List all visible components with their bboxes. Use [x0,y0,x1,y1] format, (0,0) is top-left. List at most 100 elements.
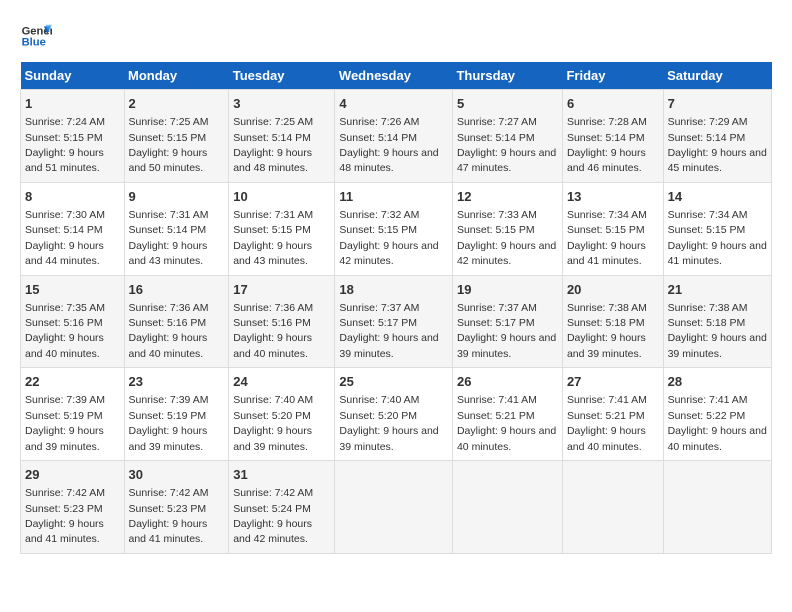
day-number: 25 [339,373,448,391]
day-info: Sunrise: 7:25 AMSunset: 5:14 PMDaylight:… [233,116,313,174]
day-number: 30 [129,466,225,484]
day-cell: 5 Sunrise: 7:27 AMSunset: 5:14 PMDayligh… [452,90,562,183]
day-cell: 30 Sunrise: 7:42 AMSunset: 5:23 PMDaylig… [124,461,229,554]
day-cell: 29 Sunrise: 7:42 AMSunset: 5:23 PMDaylig… [21,461,125,554]
calendar-body: 1 Sunrise: 7:24 AMSunset: 5:15 PMDayligh… [21,90,772,554]
header: General Blue [20,20,772,52]
day-number: 24 [233,373,330,391]
day-number: 8 [25,188,120,206]
day-cell: 10 Sunrise: 7:31 AMSunset: 5:15 PMDaylig… [229,182,335,275]
day-info: Sunrise: 7:29 AMSunset: 5:14 PMDaylight:… [668,116,767,174]
week-row-4: 22 Sunrise: 7:39 AMSunset: 5:19 PMDaylig… [21,368,772,461]
day-number: 1 [25,95,120,113]
day-cell: 28 Sunrise: 7:41 AMSunset: 5:22 PMDaylig… [663,368,771,461]
day-number: 19 [457,281,558,299]
day-info: Sunrise: 7:37 AMSunset: 5:17 PMDaylight:… [339,302,438,360]
day-number: 22 [25,373,120,391]
day-cell: 12 Sunrise: 7:33 AMSunset: 5:15 PMDaylig… [452,182,562,275]
day-cell: 9 Sunrise: 7:31 AMSunset: 5:14 PMDayligh… [124,182,229,275]
day-cell [335,461,453,554]
day-cell: 19 Sunrise: 7:37 AMSunset: 5:17 PMDaylig… [452,275,562,368]
day-cell: 3 Sunrise: 7:25 AMSunset: 5:14 PMDayligh… [229,90,335,183]
day-cell: 26 Sunrise: 7:41 AMSunset: 5:21 PMDaylig… [452,368,562,461]
day-number: 7 [668,95,767,113]
day-info: Sunrise: 7:35 AMSunset: 5:16 PMDaylight:… [25,302,105,360]
day-number: 29 [25,466,120,484]
day-cell: 18 Sunrise: 7:37 AMSunset: 5:17 PMDaylig… [335,275,453,368]
day-info: Sunrise: 7:31 AMSunset: 5:14 PMDaylight:… [129,209,209,267]
day-info: Sunrise: 7:42 AMSunset: 5:23 PMDaylight:… [129,487,209,545]
day-number: 27 [567,373,659,391]
day-number: 13 [567,188,659,206]
day-number: 28 [668,373,767,391]
day-number: 17 [233,281,330,299]
day-number: 20 [567,281,659,299]
day-number: 5 [457,95,558,113]
day-info: Sunrise: 7:25 AMSunset: 5:15 PMDaylight:… [129,116,209,174]
day-info: Sunrise: 7:24 AMSunset: 5:15 PMDaylight:… [25,116,105,174]
day-cell: 31 Sunrise: 7:42 AMSunset: 5:24 PMDaylig… [229,461,335,554]
day-cell: 8 Sunrise: 7:30 AMSunset: 5:14 PMDayligh… [21,182,125,275]
day-number: 23 [129,373,225,391]
calendar-header: SundayMondayTuesdayWednesdayThursdayFrid… [21,62,772,90]
day-info: Sunrise: 7:36 AMSunset: 5:16 PMDaylight:… [129,302,209,360]
day-number: 16 [129,281,225,299]
day-cell: 11 Sunrise: 7:32 AMSunset: 5:15 PMDaylig… [335,182,453,275]
col-header-sunday: Sunday [21,62,125,90]
col-header-tuesday: Tuesday [229,62,335,90]
day-info: Sunrise: 7:30 AMSunset: 5:14 PMDaylight:… [25,209,105,267]
day-cell: 1 Sunrise: 7:24 AMSunset: 5:15 PMDayligh… [21,90,125,183]
week-row-3: 15 Sunrise: 7:35 AMSunset: 5:16 PMDaylig… [21,275,772,368]
day-number: 18 [339,281,448,299]
day-info: Sunrise: 7:39 AMSunset: 5:19 PMDaylight:… [25,394,105,452]
day-number: 12 [457,188,558,206]
day-info: Sunrise: 7:34 AMSunset: 5:15 PMDaylight:… [668,209,767,267]
day-info: Sunrise: 7:41 AMSunset: 5:21 PMDaylight:… [567,394,647,452]
day-info: Sunrise: 7:42 AMSunset: 5:23 PMDaylight:… [25,487,105,545]
day-cell: 24 Sunrise: 7:40 AMSunset: 5:20 PMDaylig… [229,368,335,461]
day-cell: 7 Sunrise: 7:29 AMSunset: 5:14 PMDayligh… [663,90,771,183]
col-header-friday: Friday [562,62,663,90]
day-number: 21 [668,281,767,299]
day-cell: 13 Sunrise: 7:34 AMSunset: 5:15 PMDaylig… [562,182,663,275]
day-number: 10 [233,188,330,206]
day-cell [562,461,663,554]
day-cell: 25 Sunrise: 7:40 AMSunset: 5:20 PMDaylig… [335,368,453,461]
day-info: Sunrise: 7:31 AMSunset: 5:15 PMDaylight:… [233,209,313,267]
day-number: 2 [129,95,225,113]
day-info: Sunrise: 7:38 AMSunset: 5:18 PMDaylight:… [567,302,647,360]
day-cell: 22 Sunrise: 7:39 AMSunset: 5:19 PMDaylig… [21,368,125,461]
day-info: Sunrise: 7:39 AMSunset: 5:19 PMDaylight:… [129,394,209,452]
day-number: 26 [457,373,558,391]
day-number: 15 [25,281,120,299]
day-info: Sunrise: 7:41 AMSunset: 5:22 PMDaylight:… [668,394,767,452]
day-cell: 6 Sunrise: 7:28 AMSunset: 5:14 PMDayligh… [562,90,663,183]
day-cell: 27 Sunrise: 7:41 AMSunset: 5:21 PMDaylig… [562,368,663,461]
day-info: Sunrise: 7:40 AMSunset: 5:20 PMDaylight:… [233,394,313,452]
col-header-monday: Monday [124,62,229,90]
day-info: Sunrise: 7:42 AMSunset: 5:24 PMDaylight:… [233,487,313,545]
col-header-saturday: Saturday [663,62,771,90]
day-number: 3 [233,95,330,113]
day-cell: 2 Sunrise: 7:25 AMSunset: 5:15 PMDayligh… [124,90,229,183]
day-info: Sunrise: 7:37 AMSunset: 5:17 PMDaylight:… [457,302,556,360]
day-info: Sunrise: 7:36 AMSunset: 5:16 PMDaylight:… [233,302,313,360]
day-number: 4 [339,95,448,113]
logo-icon: General Blue [20,20,52,52]
day-info: Sunrise: 7:28 AMSunset: 5:14 PMDaylight:… [567,116,647,174]
day-number: 6 [567,95,659,113]
svg-text:Blue: Blue [22,37,46,49]
col-header-thursday: Thursday [452,62,562,90]
day-info: Sunrise: 7:26 AMSunset: 5:14 PMDaylight:… [339,116,438,174]
logo: General Blue [20,20,52,52]
day-cell [452,461,562,554]
day-cell: 16 Sunrise: 7:36 AMSunset: 5:16 PMDaylig… [124,275,229,368]
week-row-5: 29 Sunrise: 7:42 AMSunset: 5:23 PMDaylig… [21,461,772,554]
day-number: 31 [233,466,330,484]
day-cell: 23 Sunrise: 7:39 AMSunset: 5:19 PMDaylig… [124,368,229,461]
day-cell: 21 Sunrise: 7:38 AMSunset: 5:18 PMDaylig… [663,275,771,368]
day-cell: 20 Sunrise: 7:38 AMSunset: 5:18 PMDaylig… [562,275,663,368]
day-number: 14 [668,188,767,206]
day-info: Sunrise: 7:40 AMSunset: 5:20 PMDaylight:… [339,394,438,452]
day-number: 9 [129,188,225,206]
